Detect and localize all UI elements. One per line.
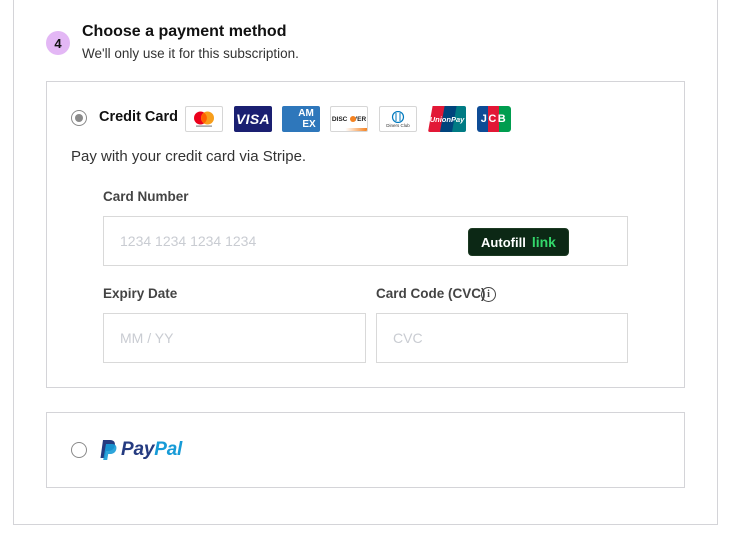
paypal-text-pal: Pal	[154, 439, 183, 460]
credit-card-option: Credit Card VISA AM EX DISC VER Diners C…	[46, 81, 685, 388]
credit-card-description: Pay with your credit card via Stripe.	[71, 148, 307, 165]
diners-club-icon: Diners Club	[379, 106, 417, 132]
step-number-badge: 4	[46, 31, 70, 55]
mastercard-icon	[185, 106, 223, 132]
autofill-link-button[interactable]: Autofill link	[468, 228, 569, 256]
section-title: Choose a payment method	[82, 23, 287, 40]
discover-icon: DISC VER	[330, 106, 368, 132]
expiry-date-input[interactable]	[120, 330, 365, 346]
autofill-text: Autofill	[481, 234, 526, 250]
expiry-date-field	[103, 313, 366, 363]
expiry-date-label: Expiry Date	[103, 286, 178, 301]
paypal-option: PayPal	[46, 412, 685, 488]
card-number-field: Autofill link	[103, 216, 628, 266]
visa-icon: VISA	[234, 106, 272, 132]
cvc-input[interactable]	[393, 330, 627, 346]
cvc-field	[376, 313, 628, 363]
link-brand-text: link	[531, 234, 556, 250]
jcb-icon: JCB	[477, 106, 511, 132]
section-subtitle: We'll only use it for this subscription.	[82, 46, 299, 61]
amex-icon: AM EX	[282, 106, 320, 132]
paypal-p-icon	[100, 440, 117, 460]
card-number-label: Card Number	[103, 189, 189, 204]
credit-card-label[interactable]: Credit Card	[99, 109, 178, 125]
paypal-logo[interactable]: PayPal	[99, 439, 182, 461]
info-icon[interactable]: i	[481, 287, 496, 302]
paypal-text-pay: Pay	[121, 439, 155, 460]
paypal-radio[interactable]	[71, 442, 87, 458]
unionpay-icon: UnionPay	[428, 106, 466, 132]
card-code-label: Card Code (CVC)	[376, 286, 486, 301]
credit-card-radio[interactable]	[71, 110, 87, 126]
